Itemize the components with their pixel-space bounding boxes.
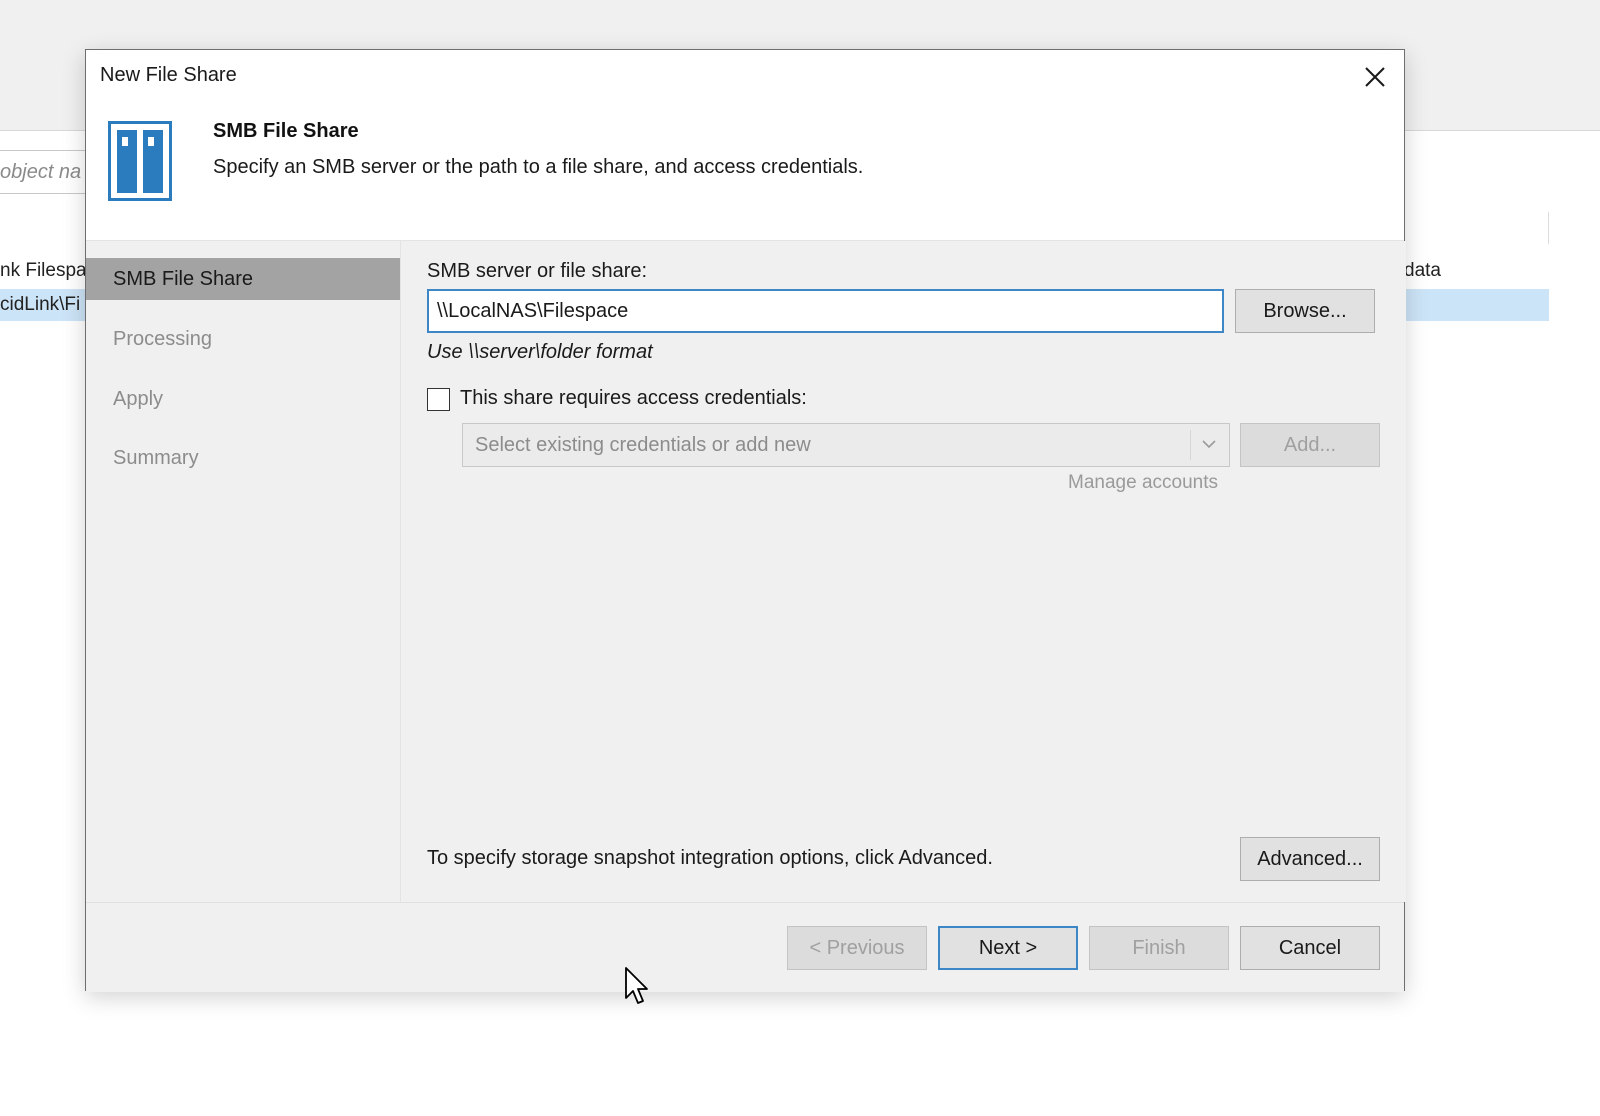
share-path-input[interactable] <box>427 289 1224 333</box>
background-selected-row <box>1404 289 1549 321</box>
dialog-titlebar: New File Share <box>86 50 1404 106</box>
cancel-button[interactable]: Cancel <box>1240 926 1380 970</box>
background-list-item-selected[interactable]: cidLink\Fi <box>0 289 92 321</box>
background-column-divider <box>1548 212 1549 244</box>
step-apply[interactable]: Apply <box>86 378 400 420</box>
wizard-step-description: Specify an SMB server or the path to a f… <box>213 156 864 178</box>
mouse-pointer-icon <box>625 967 648 1004</box>
next-button[interactable]: Next > <box>938 926 1078 970</box>
file-share-icon <box>108 121 172 201</box>
background-list-item[interactable]: nk Filespa <box>0 257 92 285</box>
step-summary[interactable]: Summary <box>86 437 400 479</box>
select-divider <box>1190 430 1191 460</box>
wizard-content: SMB server or file share: Browse... Use … <box>402 241 1406 902</box>
browse-button[interactable]: Browse... <box>1235 289 1375 333</box>
finish-button[interactable]: Finish <box>1089 926 1229 970</box>
close-icon <box>1365 67 1385 87</box>
background-column-header: data <box>1404 260 1441 281</box>
credentials-checkbox-label[interactable]: This share requires access credentials: <box>460 387 807 410</box>
credentials-select[interactable]: Select existing credentials or add new <box>462 423 1230 467</box>
step-processing[interactable]: Processing <box>86 318 400 360</box>
wizard-footer: < Previous Next > Finish Cancel <box>86 902 1404 992</box>
new-file-share-dialog: New File Share SMB File Share Specify an… <box>85 49 1406 992</box>
manage-accounts-link[interactable]: Manage accounts <box>1068 472 1218 494</box>
add-credentials-button[interactable]: Add... <box>1240 423 1380 467</box>
dialog-title: New File Share <box>100 64 237 86</box>
wizard-header: SMB File Share Specify an SMB server or … <box>86 106 1404 241</box>
previous-button[interactable]: < Previous <box>787 926 927 970</box>
close-button[interactable] <box>1360 62 1390 92</box>
wizard-steps-sidebar: SMB File Share Processing Apply Summary <box>86 241 401 902</box>
wizard-step-title: SMB File Share <box>213 120 359 142</box>
share-label: SMB server or file share: <box>427 260 648 282</box>
advanced-button[interactable]: Advanced... <box>1240 837 1380 881</box>
advanced-hint-text: To specify storage snapshot integration … <box>427 847 993 869</box>
chevron-down-icon <box>1202 440 1216 449</box>
step-smb-file-share[interactable]: SMB File Share <box>86 258 400 300</box>
background-search-input[interactable]: object na <box>0 150 92 194</box>
credentials-select-value: Select existing credentials or add new <box>475 434 811 456</box>
format-hint: Use \\server\folder format <box>427 341 653 363</box>
credentials-checkbox[interactable] <box>427 388 450 411</box>
